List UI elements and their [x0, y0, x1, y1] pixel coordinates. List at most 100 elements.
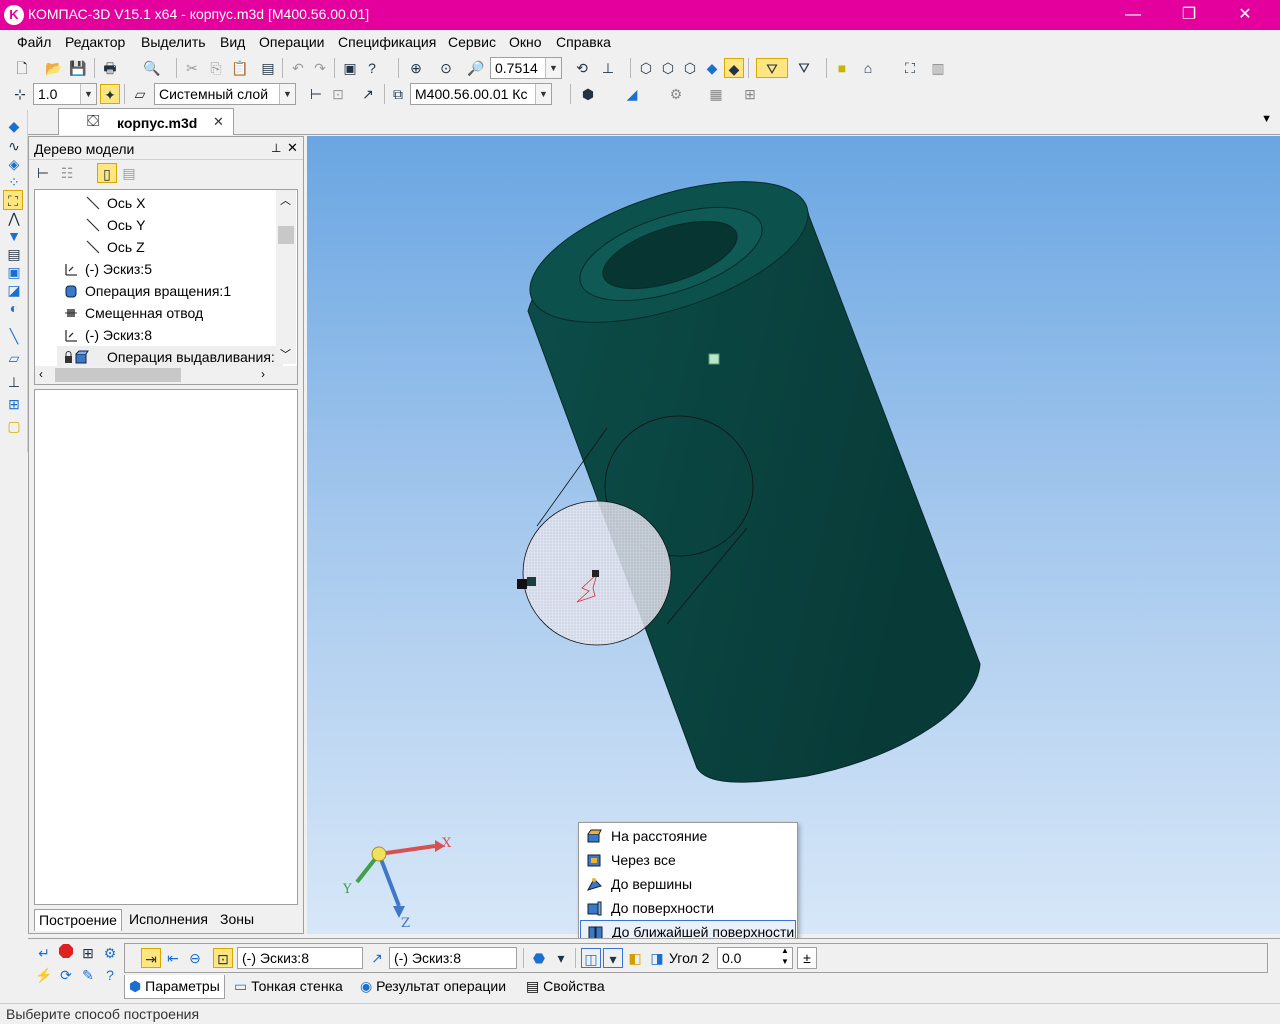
arrays-icon[interactable]: ⁘ [4, 172, 24, 192]
sketch-select-icon[interactable]: ⊡ [213, 948, 233, 968]
tab-properties[interactable]: ▤ Свойства [522, 975, 609, 999]
zoom-all-icon[interactable]: ⊙ [436, 58, 456, 78]
menu-window[interactable]: Окно [509, 34, 542, 50]
layer-icon[interactable]: ▱ [130, 84, 150, 104]
cs-list-icon[interactable]: ⊡ [328, 84, 348, 104]
3d-viewport[interactable]: X Y Z [307, 136, 1280, 934]
help-icon[interactable]: ? [100, 965, 120, 985]
rotate-icon[interactable]: ⟲ [572, 58, 592, 78]
vscroll-thumb[interactable] [278, 226, 294, 244]
optics-icon[interactable]: ◢ [622, 84, 642, 104]
step-combo[interactable]: 1.0 ▼ [33, 83, 97, 105]
tree-item-extrude[interactable]: Операция выдавливания: [57, 346, 283, 368]
menu-select[interactable]: Выделить [141, 34, 206, 50]
selection-marker[interactable] [708, 353, 720, 365]
sketch-field-2[interactable]: (-) Эскиз:8 [389, 947, 517, 969]
dimension-icon[interactable]: ⊞ [740, 84, 760, 104]
plus-minus-button[interactable]: ± [797, 947, 817, 969]
menu-help[interactable]: Справка [556, 34, 611, 50]
menu-edit[interactable]: Редактор [65, 34, 125, 50]
tab-parameters[interactable]: ⬢ Параметры [124, 975, 225, 999]
library-icon[interactable]: ⛶ [900, 58, 920, 78]
chevron-down-icon[interactable]: ﹀ [280, 346, 291, 362]
zoom-combo[interactable]: 0.7514 ▼ [490, 57, 562, 79]
create-object-icon[interactable]: ↵ [34, 943, 54, 963]
close-panel-icon[interactable]: ✕ [287, 140, 298, 156]
color-icon[interactable]: ⬢ [578, 84, 598, 104]
copy-icon[interactable]: ⎘ [206, 58, 226, 78]
sketch-field-1[interactable]: (-) Эскиз:8 [237, 947, 363, 969]
chevron-up-icon[interactable]: ︿ [280, 192, 291, 208]
elements-icon[interactable]: ◐ [4, 298, 24, 318]
edit-part-icon[interactable]: ◆ [4, 116, 24, 136]
tree-structure-icon[interactable]: ⊢ [33, 163, 53, 183]
stop-icon[interactable] [56, 943, 76, 963]
properties-icon[interactable]: ▤ [258, 58, 278, 78]
line-icon[interactable]: ╲ [4, 326, 24, 346]
part-icon[interactable]: ■ [832, 58, 852, 78]
select-filter-icon[interactable]: ⛛ [794, 58, 814, 78]
symmetric-icon[interactable]: ⊖ [185, 948, 205, 968]
filter-icon[interactable]: ▼ [4, 226, 24, 246]
local-cs-icon[interactable]: ⊢ [306, 84, 326, 104]
spatial-curves-icon[interactable]: ∿ [4, 136, 24, 156]
paste-icon[interactable]: 📋 [230, 58, 250, 78]
direction-forward-icon[interactable]: ⇥ [141, 948, 161, 968]
halftone-icon[interactable]: ◆ [702, 58, 722, 78]
print-icon[interactable]: 🖶 [100, 58, 120, 78]
chevron-down-icon[interactable]: ▼ [80, 84, 96, 104]
undo-icon[interactable]: ↶ [288, 58, 308, 78]
menu-service[interactable]: Сервис [448, 34, 496, 50]
tab-operation-result[interactable]: ◉ Результат операции [356, 975, 510, 999]
panel-options-icon[interactable]: ⚙ [100, 943, 120, 963]
draft-in-icon[interactable]: ◨ [647, 948, 667, 968]
step-icon[interactable]: ⊹ [10, 84, 30, 104]
cs-icon[interactable]: ⊥ [4, 372, 24, 392]
manager-icon[interactable]: ▣ [340, 58, 360, 78]
chevron-down-icon[interactable]: ▾ [603, 948, 623, 968]
sketch-handle[interactable] [517, 579, 527, 589]
dd-item-to-surface[interactable]: До поверхности [580, 897, 796, 920]
tree-hscrollbar[interactable]: ‹ › [35, 366, 297, 384]
auto-create-icon[interactable]: ⚡ [34, 965, 54, 985]
panel-layout-icon[interactable]: ⊞ [78, 943, 98, 963]
close-tab-icon[interactable]: ✕ [213, 114, 224, 130]
direction-handle[interactable] [592, 570, 599, 577]
tree-vscrollbar[interactable]: ︿ ﹀ [276, 190, 296, 364]
orientation-icon[interactable]: ⊥ [598, 58, 618, 78]
zoom-scale-icon[interactable]: 🔎 [466, 58, 486, 78]
document-tab[interactable]: ⛋ корпус.m3d ✕ [58, 108, 234, 135]
spin-up-icon[interactable]: ▲ [781, 946, 789, 955]
redo-icon[interactable]: ↷ [310, 58, 330, 78]
preview-icon[interactable]: 🔍 [142, 58, 162, 78]
new-file-icon[interactable]: 🗋 [12, 58, 32, 78]
tab-thin-wall[interactable]: ▭ Тонкая стенка [230, 975, 347, 999]
conjugation-icon[interactable]: ⋀ [4, 208, 24, 228]
direction-reverse-icon[interactable]: ⇤ [163, 948, 183, 968]
designation-icon[interactable]: ⧉ [388, 84, 408, 104]
method-icon[interactable]: ⬣ [529, 948, 549, 968]
chevron-down-icon[interactable]: ▾ [551, 948, 571, 968]
place-component-icon[interactable]: ⌂ [858, 58, 878, 78]
menu-file[interactable]: Файл [17, 34, 51, 50]
designation-combo[interactable]: M400.56.00.01 Кс ▼ [410, 83, 552, 105]
orientation-cs-icon[interactable]: ↗ [358, 84, 378, 104]
dd-item-to-vertex[interactable]: До вершины [580, 873, 796, 896]
chevron-left-icon[interactable]: ‹ [39, 367, 43, 381]
thin-hidden-icon[interactable]: ⬡ [680, 58, 700, 78]
layer-combo[interactable]: Системный слой ▼ [154, 83, 296, 105]
measure-icon[interactable]: ▤ [4, 244, 24, 264]
vector-icon[interactable]: ↗ [367, 948, 387, 968]
to-nearest-surface-icon[interactable]: ◫ [581, 948, 601, 968]
halftone-edges-icon[interactable]: ◆ [724, 58, 744, 78]
close-button[interactable]: ✕ [1222, 2, 1268, 28]
snap-icon[interactable]: ✦ [100, 84, 120, 104]
spin-down-icon[interactable]: ▼ [781, 957, 789, 966]
tree-display-icon[interactable]: ▯ [97, 163, 117, 183]
dd-item-distance[interactable]: На расстояние [580, 825, 796, 848]
texture-icon[interactable]: ▦ [706, 84, 726, 104]
menu-operations[interactable]: Операции [259, 34, 325, 50]
tab-zones[interactable]: Зоны [216, 909, 258, 931]
material-icon[interactable]: ⚙ [666, 84, 686, 104]
chevron-down-icon[interactable]: ▼ [545, 58, 561, 78]
